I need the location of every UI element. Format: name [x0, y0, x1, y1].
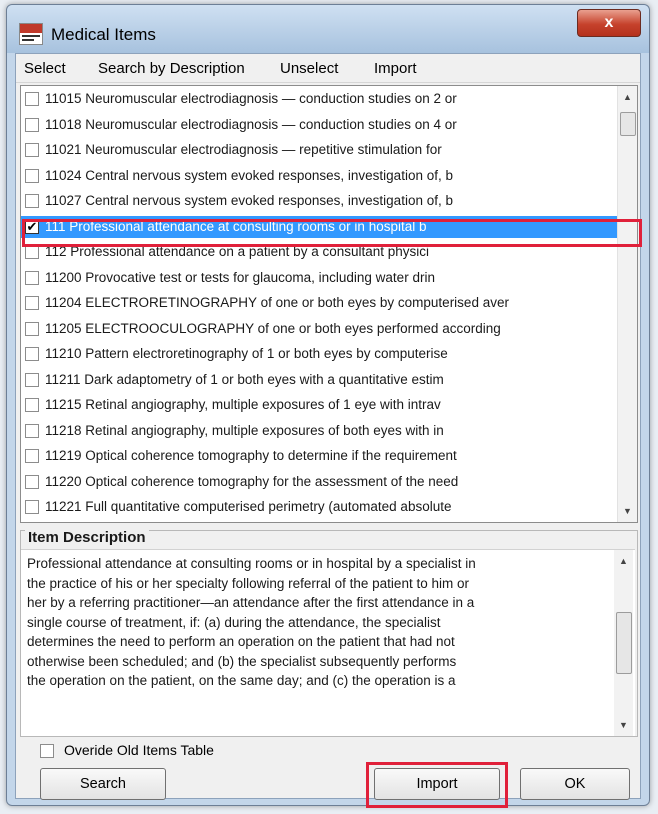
- menu-unselect[interactable]: Unselect: [280, 60, 338, 77]
- item-checkbox[interactable]: [25, 347, 39, 361]
- override-label: Overide Old Items Table: [64, 742, 214, 758]
- list-item[interactable]: 11015 Neuromuscular electrodiagnosis — c…: [21, 88, 617, 110]
- title-bar[interactable]: Medical Items x: [7, 5, 649, 53]
- item-description-text: Professional attendance at consulting ro…: [27, 554, 607, 691]
- item-label: 11221 Full quantitative computerised per…: [45, 499, 452, 514]
- item-checkbox[interactable]: [25, 449, 39, 463]
- item-description-title: Item Description: [25, 529, 149, 546]
- list-item[interactable]: 11215 Retinal angiography, multiple expo…: [21, 394, 617, 416]
- item-label: 11018 Neuromuscular electrodiagnosis — c…: [45, 116, 457, 132]
- list-item[interactable]: 11219 Optical coherence tomography to de…: [21, 445, 617, 467]
- list-scrollbar[interactable]: ▲ ▼: [617, 86, 637, 522]
- item-label: 11211 Dark adaptometry of 1 or both eyes…: [45, 371, 444, 387]
- item-checkbox[interactable]: [25, 296, 39, 310]
- list-item[interactable]: 11221 Full quantitative computerised per…: [21, 496, 617, 518]
- menu-bar: Select Search by Description Unselect Im…: [16, 54, 640, 83]
- list-item[interactable]: 11211 Dark adaptometry of 1 or both eyes…: [21, 369, 617, 391]
- description-line: otherwise been scheduled; and (b) the sp…: [27, 653, 457, 669]
- list-item[interactable]: 11218 Retinal angiography, multiple expo…: [21, 420, 617, 442]
- menu-search-by-description[interactable]: Search by Description: [98, 60, 245, 77]
- item-description-group: Item Description Professional attendance…: [20, 529, 638, 737]
- scroll-thumb[interactable]: [616, 612, 632, 674]
- list-item[interactable]: 11220 Optical coherence tomography for t…: [21, 471, 617, 493]
- list-item[interactable]: 11027 Central nervous system evoked resp…: [21, 190, 617, 212]
- item-label: 11219 Optical coherence tomography to de…: [45, 448, 457, 463]
- item-checkbox[interactable]: [25, 92, 39, 106]
- list-item[interactable]: ✔ 111 Professional attendance at consulti…: [21, 215, 617, 238]
- list-item[interactable]: 11021 Neuromuscular electrodiagnosis — r…: [21, 139, 617, 161]
- item-label: 11215 Retinal angiography, multiple expo…: [45, 397, 441, 412]
- description-line: single course of treatment, if: (a) duri…: [27, 614, 441, 630]
- list-item[interactable]: 112 Professional attendance on a patient…: [21, 241, 617, 263]
- list-item[interactable]: 11210 Pattern electroretinography of 1 o…: [21, 343, 617, 365]
- medical-items-list[interactable]: ▲ ▼ 11015 Neuromuscular electrodiagnosis…: [20, 85, 638, 523]
- list-item[interactable]: 11200 Provocative test or tests for glau…: [21, 267, 617, 289]
- scroll-down-icon[interactable]: ▼: [623, 506, 632, 516]
- item-checkbox[interactable]: [25, 423, 39, 438]
- import-button[interactable]: Import: [374, 768, 500, 800]
- ok-button[interactable]: OK: [520, 768, 630, 800]
- list-item[interactable]: 11024 Central nervous system evoked resp…: [21, 165, 617, 187]
- description-line: the operation on the patient, on the sam…: [27, 673, 456, 688]
- item-checkbox[interactable]: [25, 117, 39, 132]
- item-label: 112 Professional attendance on a patient…: [45, 244, 430, 259]
- item-checkbox[interactable]: [25, 398, 39, 412]
- description-line: Professional attendance at consulting ro…: [27, 556, 476, 571]
- item-label: 11024 Central nervous system evoked resp…: [45, 167, 453, 183]
- item-checkbox[interactable]: [25, 372, 39, 387]
- item-checkbox[interactable]: [25, 194, 39, 208]
- override-checkbox[interactable]: [40, 744, 54, 758]
- item-checkbox[interactable]: ✔: [25, 219, 39, 234]
- app-icon: [19, 23, 43, 45]
- item-label: 11210 Pattern electroretinography of 1 o…: [45, 346, 448, 361]
- item-checkbox[interactable]: [25, 270, 39, 285]
- item-checkbox[interactable]: [25, 474, 39, 489]
- item-description-text-area[interactable]: Professional attendance at consulting ro…: [21, 549, 635, 736]
- item-checkbox[interactable]: [25, 168, 39, 183]
- item-label: 11204 ELECTRORETINOGRAPHY of one or both…: [45, 295, 509, 310]
- description-scrollbar[interactable]: ▲ ▼: [614, 550, 633, 736]
- item-label: 11015 Neuromuscular electrodiagnosis — c…: [45, 91, 457, 106]
- list-item[interactable]: 11204 ELECTRORETINOGRAPHY of one or both…: [21, 292, 617, 314]
- close-button[interactable]: x: [577, 9, 641, 37]
- item-checkbox[interactable]: [25, 245, 39, 259]
- item-checkbox[interactable]: [25, 321, 39, 336]
- description-line: determines the need to perform an operat…: [27, 634, 455, 649]
- scroll-up-icon[interactable]: ▲: [619, 556, 628, 566]
- item-label: 111 Professional attendance at consultin…: [45, 218, 427, 234]
- item-label: 11027 Central nervous system evoked resp…: [45, 193, 453, 208]
- description-line: her by a referring practitioner—an atten…: [27, 595, 475, 610]
- item-label: 11021 Neuromuscular electrodiagnosis — r…: [45, 142, 442, 157]
- description-line: the practice of his or her specialty fol…: [27, 575, 469, 591]
- item-label: 11205 ELECTROOCULOGRAPHY of one or both …: [45, 320, 501, 336]
- menu-import[interactable]: Import: [374, 60, 417, 77]
- window-title: Medical Items: [51, 25, 156, 44]
- item-label: 11220 Optical coherence tomography for t…: [45, 473, 459, 489]
- dialog-client-area: Select Search by Description Unselect Im…: [15, 53, 642, 808]
- menu-select[interactable]: Select: [24, 60, 66, 77]
- list-item[interactable]: 11018 Neuromuscular electrodiagnosis — c…: [21, 114, 617, 136]
- list-item[interactable]: 11205 ELECTROOCULOGRAPHY of one or both …: [21, 318, 617, 340]
- scroll-down-icon[interactable]: ▼: [619, 720, 628, 730]
- item-checkbox[interactable]: [25, 500, 39, 514]
- item-checkbox[interactable]: [25, 143, 39, 157]
- scroll-thumb[interactable]: [620, 112, 636, 136]
- scroll-up-icon[interactable]: ▲: [623, 92, 632, 102]
- item-label: 11200 Provocative test or tests for glau…: [45, 269, 435, 285]
- item-label: 11218 Retinal angiography, multiple expo…: [45, 422, 444, 438]
- search-button[interactable]: Search: [40, 768, 166, 800]
- medical-items-window: Medical Items x Select Search by Descrip…: [6, 4, 650, 808]
